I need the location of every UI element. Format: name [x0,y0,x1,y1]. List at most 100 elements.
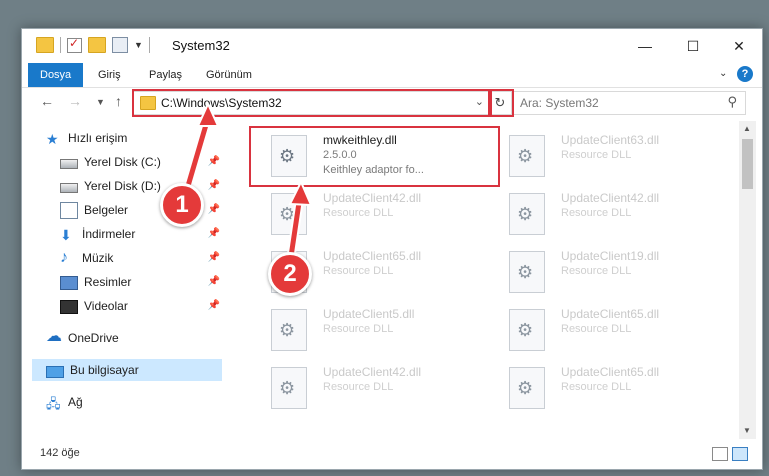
dll-file-icon [509,135,545,177]
file-description: Resource DLL [323,265,394,277]
pin-icon[interactable]: 📌 [208,199,220,221]
sidebar-item-label: Yerel Disk (C:) [84,155,161,169]
file-description: Resource DLL [323,381,394,393]
network-icon [46,393,62,415]
file-highlight-box [249,126,500,187]
new-folder-icon[interactable] [88,37,106,53]
quick-access-toolbar: ▼ [36,36,150,53]
file-description: Resource DLL [561,265,632,277]
file-description: Resource DLL [323,207,394,219]
sidebar-item-onedrive[interactable]: OneDrive [46,326,224,349]
scroll-down-arrow-icon[interactable]: ▼ [743,426,751,435]
maximize-button[interactable]: ☐ [670,29,716,63]
dll-file-icon [509,251,545,293]
file-tile[interactable]: UpdateClient5.dll Resource DLL [251,301,471,359]
music-icon [60,247,76,269]
sidebar-item-label: OneDrive [68,331,119,345]
tab-paylas[interactable]: Paylaş [141,63,190,87]
file-tile[interactable]: UpdateClient63.dll Resource DLL [489,127,709,185]
navigation-pane: Hızlı erişim Yerel Disk (C:) 📌 Yerel Dis… [22,121,224,439]
sidebar-item-label: İndirmeler [82,227,136,241]
tab-gorunum[interactable]: Görünüm [198,63,260,87]
file-name: UpdateClient42.dll [323,365,422,379]
recent-locations-chevron-icon[interactable]: ▼ [96,97,105,107]
toolbar-separator [60,37,61,53]
file-tile[interactable]: UpdateClient42.dll Resource DLL [251,359,471,417]
sidebar-item-local-disk-c[interactable]: Yerel Disk (C:) 📌 [60,151,224,173]
address-highlight-box [132,89,492,117]
forward-arrow-icon[interactable]: → [68,93,82,109]
back-arrow-icon[interactable]: ← [40,93,54,109]
vertical-scrollbar[interactable]: ▲ ▼ [739,121,756,439]
pin-icon[interactable]: 📌 [208,295,220,317]
tab-dosya[interactable]: Dosya [28,63,84,87]
dll-file-icon [509,193,545,235]
title-bar: ▼ System32 — ☐ ✕ [22,29,762,63]
file-description: Resource DLL [561,207,632,219]
sidebar-item-videos[interactable]: Videolar 📌 [60,295,224,317]
sidebar-item-quick-access[interactable]: Hızlı erişim [46,127,224,150]
sidebar-item-this-pc[interactable]: Bu bilgisayar [32,359,222,381]
dll-file-icon [271,193,307,235]
file-tile[interactable]: UpdateClient65.dll Resource DLL [489,301,709,359]
details-view-icon[interactable] [712,447,728,461]
file-name: UpdateClient65.dll [323,249,422,263]
file-tile[interactable]: UpdateClient42.dll Resource DLL [251,185,471,243]
search-icon[interactable]: ⚲ [727,94,737,110]
window-title: System32 [172,38,230,53]
customize-toolbar-chevron-icon[interactable]: ▼ [134,40,143,50]
sidebar-item-music[interactable]: Müzik 📌 [60,247,224,269]
scrollbar-thumb[interactable] [742,139,753,189]
properties-check-icon[interactable] [67,36,82,53]
sidebar-item-network[interactable]: Ağ [46,391,224,415]
file-name: UpdateClient19.dll [561,249,660,263]
scroll-up-arrow-icon[interactable]: ▲ [743,124,751,133]
file-tile[interactable]: UpdateClient65.dll Resource DLL [489,359,709,417]
properties-icon[interactable] [112,37,128,53]
sidebar-item-label: Bu bilgisayar [70,363,139,377]
file-name: UpdateClient63.dll [561,133,660,147]
help-button[interactable]: ? [737,66,753,82]
toolbar-separator [148,37,150,53]
file-tile[interactable]: UpdateClient42.dll Resource DLL [489,185,709,243]
sidebar-item-label: Videolar [84,299,128,313]
tiles-view-icon[interactable] [732,447,748,461]
item-count: 142 öğe [40,447,80,459]
file-description: Resource DLL [561,381,632,393]
videos-icon [60,300,78,314]
sidebar-item-label: Belgeler [84,203,129,217]
file-name: UpdateClient65.dll [561,365,660,379]
pin-icon[interactable]: 📌 [208,271,220,293]
downloads-icon [60,224,76,246]
pin-icon[interactable]: 📌 [208,247,220,269]
dll-file-icon [509,309,545,351]
sidebar-item-pictures[interactable]: Resimler 📌 [60,271,224,293]
documents-icon [60,201,78,219]
sidebar-item-label: Resimler [84,275,132,289]
dll-file-icon [271,367,307,409]
search-input[interactable]: Ara: System32 ⚲ [511,91,746,115]
close-button[interactable]: ✕ [716,29,762,63]
folder-icon[interactable] [36,37,54,53]
up-arrow-icon[interactable]: ↑ [115,93,122,109]
step-2-badge: 2 [268,252,312,296]
expand-ribbon-chevron-icon[interactable]: ⌄ [719,68,727,79]
sidebar-item-label: Ağ [68,395,83,409]
file-name: UpdateClient65.dll [561,307,660,321]
pin-icon[interactable]: 📌 [208,151,220,173]
file-tile[interactable]: UpdateClient19.dll Resource DLL [489,243,709,301]
star-icon [46,128,62,150]
sidebar-item-label: Müzik [82,251,114,265]
onedrive-icon [46,326,62,348]
minimize-button[interactable]: — [622,29,668,63]
file-description: Resource DLL [561,149,632,161]
pictures-icon [60,276,78,290]
dll-file-icon [509,367,545,409]
tab-giris[interactable]: Giriş [90,63,129,87]
explorer-window: ▼ System32 — ☐ ✕ Dosya Giriş Paylaş Görü… [21,28,763,470]
pin-icon[interactable]: 📌 [208,175,220,197]
sidebar-item-downloads[interactable]: İndirmeler 📌 [60,223,224,246]
status-bar: 142 öğe [22,441,762,467]
file-name: UpdateClient42.dll [323,191,422,205]
pin-icon[interactable]: 📌 [208,223,220,245]
